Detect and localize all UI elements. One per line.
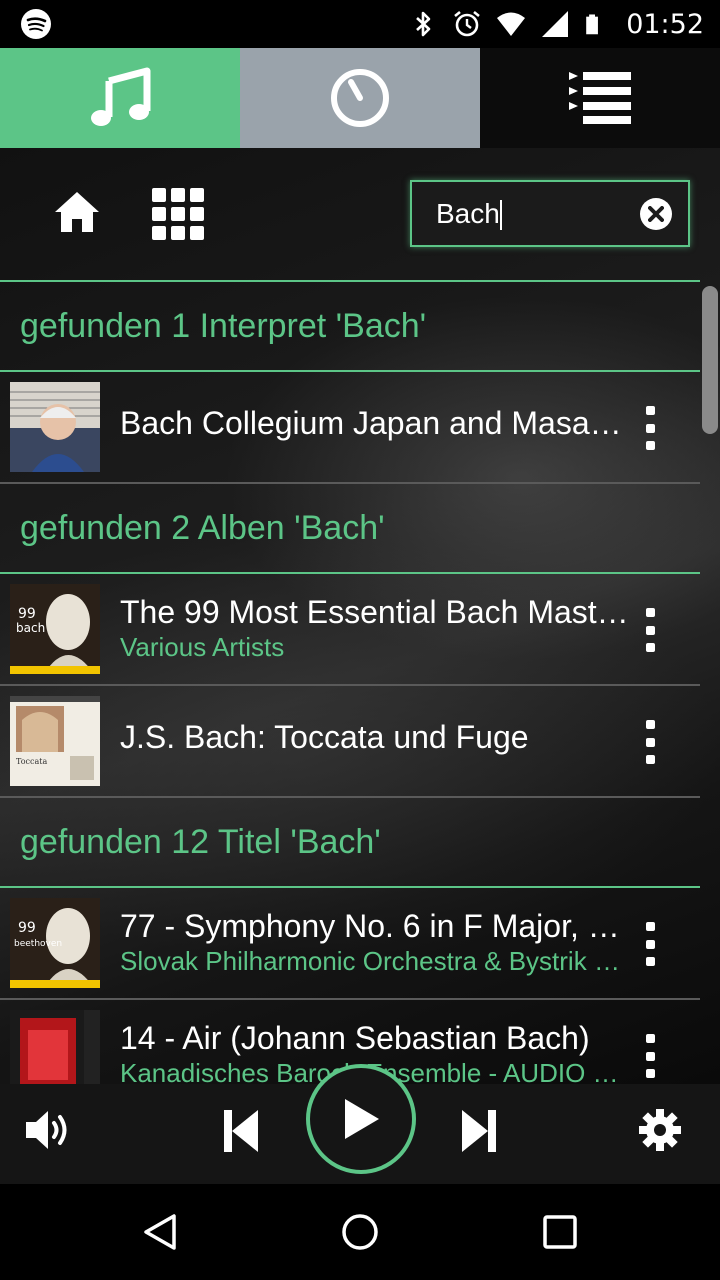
playlist-icon [569,72,631,124]
home-icon[interactable] [52,188,102,238]
browse-toolbar [0,148,720,280]
section-header-artists: gefunden 1 Interpret 'Bach' [0,282,700,372]
system-nav-bar [0,1184,720,1280]
bluetooth-icon [416,11,431,37]
battery-icon [586,14,599,35]
close-icon [648,206,664,222]
text-caret [500,200,502,230]
signal-icon [542,11,569,37]
list-item[interactable]: 99 bach The 99 Most Essential Bach Maste… [0,574,700,686]
status-bar: 01:52 [0,0,720,48]
music-note-icon [91,67,151,126]
scrollbar-thumb[interactable] [702,286,718,434]
result-subtitle: Various Artists [120,632,285,662]
result-title: 14 - Air (Johann Sebastian Bach) [120,1020,590,1056]
svg-text:99: 99 [18,606,36,622]
top-tabs [0,48,720,148]
svg-text:bach: bach [16,621,45,635]
next-track-icon[interactable] [462,1110,496,1152]
spotify-icon [21,9,51,39]
grid-icon[interactable] [152,188,204,240]
section-header-albums: gefunden 2 Alben 'Bach' [0,484,700,574]
main-content: gefunden 1 Interpret 'Bach' Bach Collegi… [0,148,720,1084]
clock-icon [331,69,389,127]
artist-thumbnail [10,382,100,472]
more-options-button[interactable] [636,922,664,966]
volume-icon[interactable] [24,1108,72,1152]
section-header-tracks: gefunden 12 Titel 'Bach' [0,798,700,888]
recents-icon[interactable] [540,1212,580,1252]
search-box [410,180,690,247]
previous-track-icon[interactable] [224,1110,258,1152]
album-thumbnail: 99 beethoven [10,898,100,988]
list-item[interactable]: Bach Collegium Japan and Masaaki Suzuki [0,372,700,484]
list-item[interactable]: 99 beethoven 77 - Symphony No. 6 in F Ma… [0,888,700,1000]
search-input[interactable] [436,182,636,245]
result-title: The 99 Most Essential Bach Masterpieces [120,594,632,630]
result-title: J.S. Bach: Toccata und Fuge [120,719,529,755]
svg-text:99: 99 [18,920,36,936]
svg-text:beethoven: beethoven [14,939,62,949]
home-circle-icon[interactable] [340,1212,380,1252]
back-icon[interactable] [140,1212,180,1252]
section-title: gefunden 2 Alben 'Bach' [20,508,385,547]
tab-timer[interactable] [240,48,480,148]
clear-search-button[interactable] [640,198,672,230]
album-thumbnail: Toccata [10,696,100,786]
gear-icon[interactable] [638,1108,682,1152]
alarm-icon [454,10,480,37]
result-title: 77 - Symphony No. 6 in F Major, Op. 68 [120,908,632,944]
search-results: gefunden 1 Interpret 'Bach' Bach Collegi… [0,282,700,1084]
player-bar [0,1064,720,1184]
album-thumbnail: 99 bach [10,584,100,674]
clock-time: 01:52 [626,8,704,40]
more-options-button[interactable] [636,1034,664,1078]
more-options-button[interactable] [636,406,664,450]
more-options-button[interactable] [636,608,664,652]
play-icon [345,1099,379,1139]
album-thumbnail [10,1010,100,1084]
more-options-button[interactable] [636,720,664,764]
svg-text:Toccata: Toccata [16,757,47,766]
scrollbar[interactable] [700,282,720,1084]
section-title: gefunden 12 Titel 'Bach' [20,822,381,861]
list-item[interactable]: Toccata J.S. Bach: Toccata und Fuge [0,686,700,798]
tab-queue[interactable] [480,48,720,148]
result-subtitle: Slovak Philharmonic Orchestra & Bystrik … [120,946,632,976]
tab-music[interactable] [0,48,240,148]
result-title: Bach Collegium Japan and Masaaki Suzuki [120,405,632,441]
wifi-icon [497,12,526,36]
play-button[interactable] [306,1064,416,1174]
section-title: gefunden 1 Interpret 'Bach' [20,306,427,345]
